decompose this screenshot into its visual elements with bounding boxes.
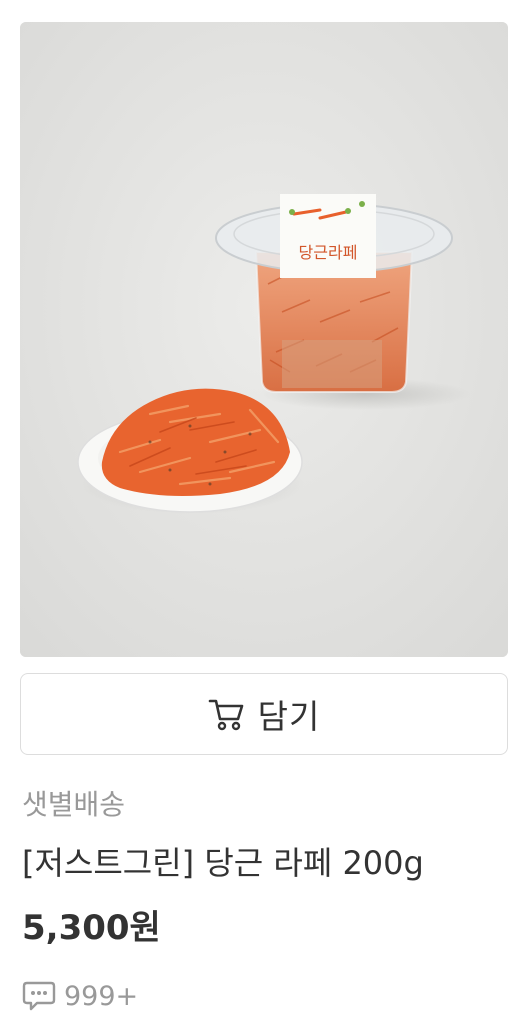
product-price: 5,300원 — [22, 908, 161, 948]
product-name[interactable]: [저스트그린] 당근 라페 200g — [22, 838, 424, 884]
review-count-value: 999+ — [64, 980, 139, 1012]
add-to-cart-label: 담기 — [257, 697, 321, 736]
product-card[interactable]: 당근라페 담기 샛별배송 [저스트그린] 당근 라페 200g 5,300원 9… — [0, 0, 516, 1033]
product-photo: 당근라페 — [20, 22, 508, 657]
shopping-cart-icon — [208, 697, 244, 731]
delivery-type-tag: 샛별배송 — [22, 788, 126, 821]
review-count[interactable]: 999+ — [22, 980, 138, 1012]
speech-bubble-icon — [22, 980, 56, 1012]
add-to-cart-button[interactable]: 담기 — [20, 673, 508, 755]
image-label-text: 당근라페 — [299, 243, 358, 262]
product-image[interactable]: 당근라페 — [20, 22, 508, 657]
